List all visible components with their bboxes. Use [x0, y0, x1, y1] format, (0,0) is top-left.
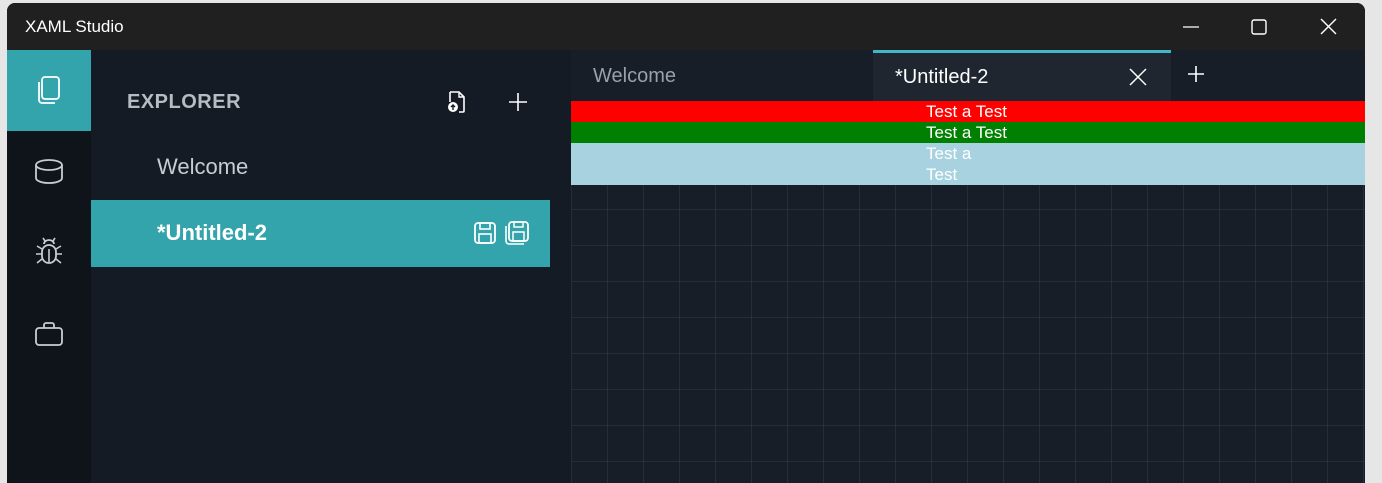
open-file-icon — [448, 91, 465, 113]
preview-row-green: Test a Test — [571, 122, 1365, 143]
minimize-icon — [1183, 25, 1199, 28]
preview-canvas[interactable]: Test a Test Test a Test Test a Test — [571, 101, 1365, 483]
preview-row-red: Test a Test — [571, 101, 1365, 122]
open-file-button[interactable] — [443, 88, 471, 116]
activity-bar — [7, 50, 91, 483]
close-icon — [1129, 68, 1147, 86]
maximize-icon — [1251, 18, 1267, 35]
tab-label: *Untitled-2 — [895, 66, 989, 88]
explorer-title: EXPLORER — [127, 91, 242, 113]
add-icon — [1188, 66, 1204, 82]
documents-icon — [38, 75, 60, 104]
activity-item-debug[interactable] — [7, 212, 91, 293]
minimize-button[interactable] — [1157, 3, 1225, 50]
save-button[interactable] — [472, 220, 498, 246]
new-tab-button[interactable] — [1183, 61, 1209, 87]
app-window: XAML Studio EXPLORER Welcome *Untitled-2… — [7, 3, 1365, 483]
file-label: Welcome — [157, 154, 249, 179]
activity-item-data[interactable] — [7, 131, 91, 212]
toolbox-icon — [35, 321, 63, 346]
activity-item-documents[interactable] — [7, 50, 91, 131]
close-icon — [1320, 18, 1336, 35]
editor-area: Welcome *Untitled-2 Test a Test Test a T… — [571, 50, 1365, 483]
database-icon — [35, 158, 63, 184]
save-icon — [474, 222, 496, 244]
save-all-icon — [505, 221, 529, 245]
preview-text: Test a Test — [926, 144, 972, 184]
add-file-button[interactable] — [504, 88, 532, 116]
save-all-button[interactable] — [504, 220, 530, 246]
title-bar: XAML Studio — [7, 3, 1365, 50]
preview-row-lightblue: Test a Test — [571, 143, 1365, 185]
bug-icon — [36, 237, 62, 264]
add-icon — [509, 93, 527, 111]
activity-item-toolbox[interactable] — [7, 293, 91, 374]
tab-close-button[interactable] — [1125, 64, 1151, 90]
tab-label: Welcome — [593, 65, 676, 87]
explorer-panel: EXPLORER Welcome *Untitled-2 — [91, 50, 550, 483]
tab-strip: Welcome *Untitled-2 — [571, 50, 1365, 101]
preview-text: Test a Test — [926, 102, 1007, 121]
file-label: *Untitled-2 — [157, 220, 267, 245]
tab-untitled-2[interactable]: *Untitled-2 — [873, 50, 1171, 101]
explorer-item-untitled-2[interactable]: *Untitled-2 — [91, 200, 550, 267]
preview-text: Test a Test — [926, 123, 1007, 142]
explorer-item-welcome[interactable]: Welcome — [91, 134, 550, 201]
app-title: XAML Studio — [25, 17, 124, 36]
maximize-button[interactable] — [1225, 3, 1293, 50]
close-window-button[interactable] — [1294, 3, 1362, 50]
tab-welcome[interactable]: Welcome — [571, 50, 873, 101]
